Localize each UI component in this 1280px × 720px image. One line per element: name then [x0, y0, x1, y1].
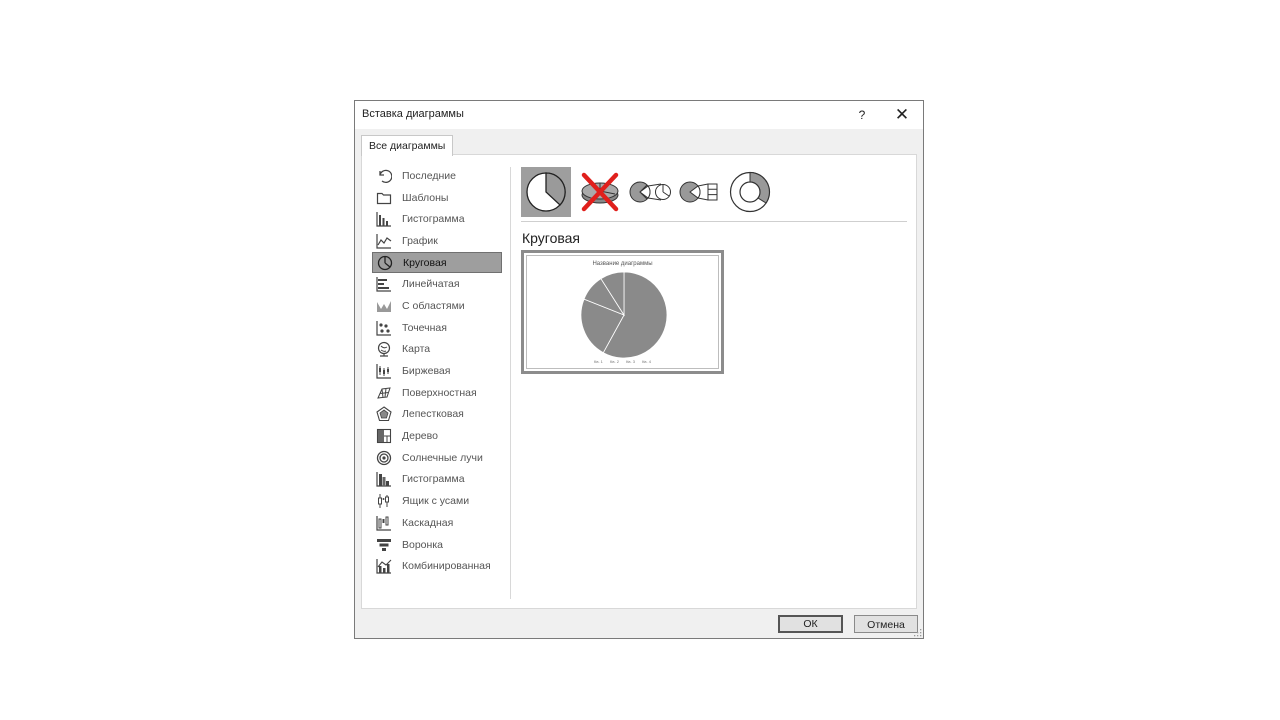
- chart-preview-area: Название диаграммы Кв. 1 Кв. 2 Кв. 3 Кв.…: [526, 255, 719, 369]
- sidebar-item-label: Солнечные лучи: [402, 451, 483, 464]
- histogram-chart-icon: [376, 471, 392, 488]
- pie-subtype-icon: [526, 172, 566, 212]
- radar-chart-icon: [376, 406, 392, 422]
- pie-chart-icon: [377, 255, 393, 271]
- ok-button[interactable]: ОК: [778, 615, 843, 633]
- help-button[interactable]: ?: [845, 101, 879, 129]
- sidebar-item-sunburst[interactable]: Солнечные лучи: [372, 447, 502, 469]
- sidebar-item-label: Комбинированная: [402, 560, 491, 573]
- sidebar-item-label: Шаблоны: [402, 191, 449, 204]
- treemap-chart-icon: [376, 428, 392, 444]
- horizontal-divider: [521, 221, 907, 222]
- sidebar-item-label: Гистограмма: [402, 213, 465, 226]
- sidebar-item-label: Круговая: [403, 256, 447, 269]
- stock-chart-icon: [376, 363, 392, 379]
- sidebar-item-funnel[interactable]: Воронка: [372, 534, 502, 556]
- sidebar-item-label: Точечная: [402, 321, 447, 334]
- pie-chart: [580, 271, 668, 359]
- pie-of-pie-subtype-icon: [629, 181, 671, 203]
- sidebar-item-label: Гистограмма: [402, 473, 465, 486]
- pie-of-pie-subtype-button[interactable]: [625, 167, 675, 217]
- tab-all-charts[interactable]: Все диаграммы: [361, 135, 454, 156]
- sidebar-item-label: Поверхностная: [402, 386, 477, 399]
- legend-entry: Кв. 3: [626, 359, 635, 364]
- column-chart-icon: [376, 211, 392, 227]
- line-chart-icon: [376, 233, 392, 249]
- cancel-button[interactable]: Отмена: [854, 615, 918, 633]
- scatter-chart-icon: [376, 320, 392, 336]
- pie-3d-subtype-button[interactable]: [575, 167, 625, 217]
- box-whisker-chart-icon: [376, 493, 392, 509]
- sidebar-item-label: Каскадная: [402, 516, 454, 529]
- preview-legend: Кв. 1 Кв. 2 Кв. 3 Кв. 4: [527, 359, 718, 364]
- sidebar-item-label: График: [402, 234, 438, 247]
- sidebar-item-treemap[interactable]: Дерево: [372, 425, 502, 447]
- sidebar-item-label: Последние: [402, 169, 457, 182]
- sidebar-item-label: Дерево: [402, 430, 438, 443]
- sidebar-item-label: Ящик с усами: [402, 495, 470, 508]
- sidebar-item-label: Биржевая: [402, 365, 451, 378]
- sidebar-item-label: Воронка: [402, 538, 443, 551]
- sidebar-item-line[interactable]: График: [372, 230, 502, 252]
- map-chart-icon: [376, 341, 392, 357]
- surface-chart-icon: [376, 385, 392, 401]
- doughnut-subtype-button[interactable]: [725, 167, 775, 217]
- resize-grip-icon[interactable]: [914, 629, 922, 637]
- area-chart-icon: [376, 298, 392, 314]
- sunburst-chart-icon: [376, 450, 392, 466]
- funnel-chart-icon: [376, 537, 392, 553]
- bar-of-pie-subtype-icon: [679, 181, 718, 203]
- combo-chart-icon: [376, 558, 392, 574]
- waterfall-chart-icon: [376, 515, 392, 531]
- bar-of-pie-subtype-button[interactable]: [675, 167, 725, 217]
- sidebar-item-area[interactable]: С областями: [372, 295, 502, 317]
- chart-preview[interactable]: Название диаграммы Кв. 1 Кв. 2 Кв. 3 Кв.…: [521, 250, 724, 374]
- sidebar-item-label: Лепестковая: [402, 408, 464, 421]
- sidebar-item-label: Линейчатая: [402, 278, 460, 291]
- folder-icon: [376, 190, 392, 206]
- sidebar-item-combo[interactable]: Комбинированная: [372, 555, 502, 577]
- legend-entry: Кв. 1: [594, 359, 603, 364]
- sidebar-item-pie[interactable]: Круговая: [372, 251, 502, 274]
- vertical-divider: [510, 167, 511, 599]
- sidebar-item-templates[interactable]: Шаблоны: [372, 187, 502, 209]
- sidebar-item-column[interactable]: Гистограмма: [372, 208, 502, 230]
- content-panel: Последние Шаблоны Гистограмма График Кру…: [361, 154, 917, 609]
- chart-type-heading: Круговая: [522, 230, 581, 246]
- sidebar-item-box-whisker[interactable]: Ящик с усами: [372, 490, 502, 512]
- pie-3d-subtype-crossed-icon: [581, 172, 619, 212]
- sidebar-item-bar[interactable]: Линейчатая: [372, 273, 502, 295]
- sidebar-item-waterfall[interactable]: Каскадная: [372, 512, 502, 534]
- preview-chart-title: Название диаграммы: [592, 261, 653, 267]
- chart-type-list: Последние Шаблоны Гистограмма График Кру…: [372, 165, 502, 577]
- close-button[interactable]: ✕: [885, 101, 919, 129]
- legend-entry: Кв. 2: [610, 359, 619, 364]
- title-bar: Вставка диаграммы ? ✕: [355, 101, 923, 129]
- insert-chart-dialog: Вставка диаграммы ? ✕ Все диаграммы Посл…: [354, 100, 924, 639]
- sidebar-item-map[interactable]: Карта: [372, 339, 502, 361]
- pie-subtype-button[interactable]: [521, 167, 571, 217]
- recent-icon: [376, 168, 392, 184]
- sidebar-item-scatter[interactable]: Точечная: [372, 317, 502, 339]
- sidebar-item-histogram[interactable]: Гистограмма: [372, 469, 502, 491]
- sidebar-item-label: Карта: [402, 343, 431, 356]
- sidebar-item-recent[interactable]: Последние: [372, 165, 502, 187]
- bar-chart-icon: [376, 276, 392, 292]
- legend-entry: Кв. 4: [642, 359, 651, 364]
- doughnut-subtype-icon: [729, 171, 771, 213]
- dialog-title: Вставка диаграммы: [362, 108, 464, 120]
- sidebar-item-surface[interactable]: Поверхностная: [372, 382, 502, 404]
- sidebar-item-radar[interactable]: Лепестковая: [372, 404, 502, 426]
- sidebar-item-label: С областями: [402, 299, 465, 312]
- sidebar-item-stock[interactable]: Биржевая: [372, 360, 502, 382]
